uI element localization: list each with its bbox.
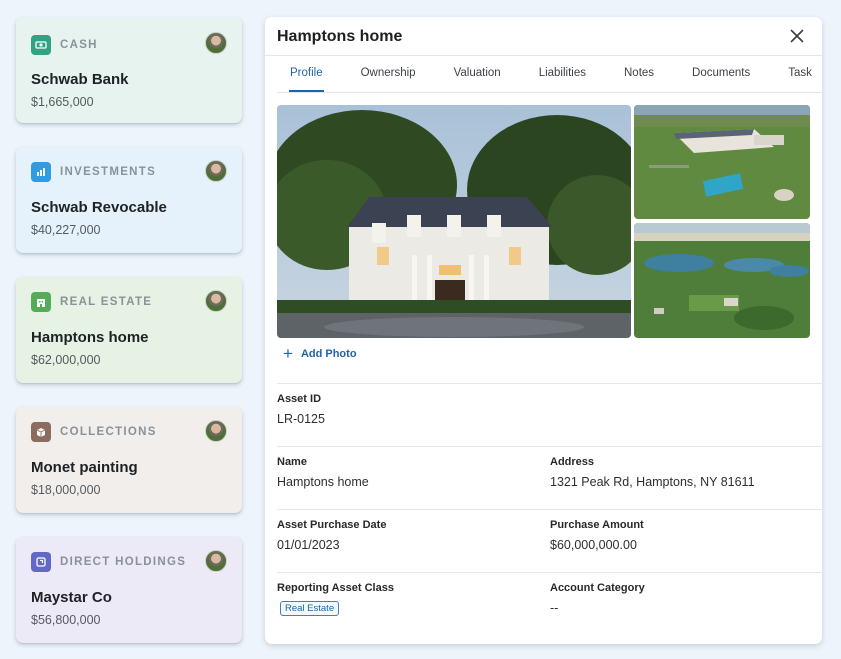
avatar [205, 420, 227, 442]
card-category: DIRECT HOLDINGS [60, 556, 187, 568]
divider [277, 509, 822, 510]
asset-detail-panel: Hamptons home Profile Ownership Valuatio… [265, 17, 822, 644]
holdings-icon [31, 552, 51, 572]
building-icon [31, 292, 51, 312]
card-category: CASH [60, 39, 98, 51]
asset-card-real-estate[interactable]: REAL ESTATE Hamptons home $62,000,000 [16, 277, 242, 383]
property-photo-aerial[interactable] [634, 105, 810, 219]
asset-id-label: Asset ID [277, 393, 322, 405]
tab-liabilities[interactable]: Liabilities [526, 67, 586, 79]
card-asset-value: $18,000,000 [31, 483, 101, 497]
header-divider [265, 55, 822, 56]
card-asset-value: $56,800,000 [31, 613, 101, 627]
account-category-label: Account Category [550, 582, 645, 594]
avatar [205, 290, 227, 312]
account-category-value: -- [550, 601, 559, 615]
close-icon[interactable] [788, 27, 806, 45]
card-asset-name: Schwab Revocable [31, 199, 167, 216]
purchase-date-label: Asset Purchase Date [277, 519, 387, 531]
add-photo-button[interactable]: + Add Photo [283, 344, 357, 363]
active-tab-indicator [289, 90, 324, 92]
card-category: REAL ESTATE [60, 296, 153, 308]
property-photo-main[interactable] [277, 105, 631, 338]
asset-card-cash[interactable]: CASH Schwab Bank $1,665,000 [16, 17, 242, 123]
name-label: Name [277, 456, 307, 468]
purchase-amount-value: $60,000,000.00 [550, 538, 637, 552]
address-label: Address [550, 456, 595, 468]
tab-ownership[interactable]: Ownership [348, 67, 416, 79]
asset-card-investments[interactable]: INVESTMENTS Schwab Revocable $40,227,000 [16, 147, 242, 253]
divider [277, 572, 822, 573]
asset-card-collections[interactable]: COLLECTIONS Monet painting $18,000,000 [16, 407, 242, 513]
reporting-class-label: Reporting Asset Class [277, 582, 394, 594]
card-asset-value: $62,000,000 [31, 353, 101, 367]
card-asset-value: $40,227,000 [31, 223, 101, 237]
tab-documents[interactable]: Documents [679, 67, 750, 79]
cash-icon [31, 35, 51, 55]
tab-profile[interactable]: Profile [277, 67, 323, 79]
card-asset-name: Monet painting [31, 459, 138, 476]
asset-id-value: LR-0125 [277, 412, 325, 426]
name-value: Hamptons home [277, 475, 369, 489]
add-photo-label: Add Photo [300, 348, 357, 360]
tab-task[interactable]: Task [775, 67, 812, 79]
panel-title: Hamptons home [277, 28, 403, 45]
address-value: 1321 Peak Rd, Hamptons, NY 81611 [550, 475, 755, 489]
purchase-amount-label: Purchase Amount [550, 519, 644, 531]
card-category: INVESTMENTS [60, 166, 157, 178]
tab-valuation[interactable]: Valuation [441, 67, 501, 79]
avatar [205, 32, 227, 54]
plus-icon: + [283, 344, 293, 363]
divider [277, 446, 822, 447]
tab-notes[interactable]: Notes [611, 67, 654, 79]
asset-card-direct-holdings[interactable]: DIRECT HOLDINGS Maystar Co $56,800,000 [16, 537, 242, 643]
purchase-date-value: 01/01/2023 [277, 538, 340, 552]
tabs-divider [277, 92, 822, 93]
avatar [205, 550, 227, 572]
collection-box-icon [31, 422, 51, 442]
property-photo-coast[interactable] [634, 223, 810, 338]
tab-bar: Profile Ownership Valuation Liabilities … [277, 67, 822, 79]
avatar [205, 160, 227, 182]
card-asset-name: Hamptons home [31, 329, 149, 346]
chart-bar-icon [31, 162, 51, 182]
divider [277, 383, 822, 384]
card-asset-name: Maystar Co [31, 589, 112, 606]
card-asset-name: Schwab Bank [31, 71, 129, 88]
card-asset-value: $1,665,000 [31, 95, 94, 109]
reporting-class-tag: Real Estate [280, 601, 340, 616]
card-category: COLLECTIONS [60, 426, 157, 438]
